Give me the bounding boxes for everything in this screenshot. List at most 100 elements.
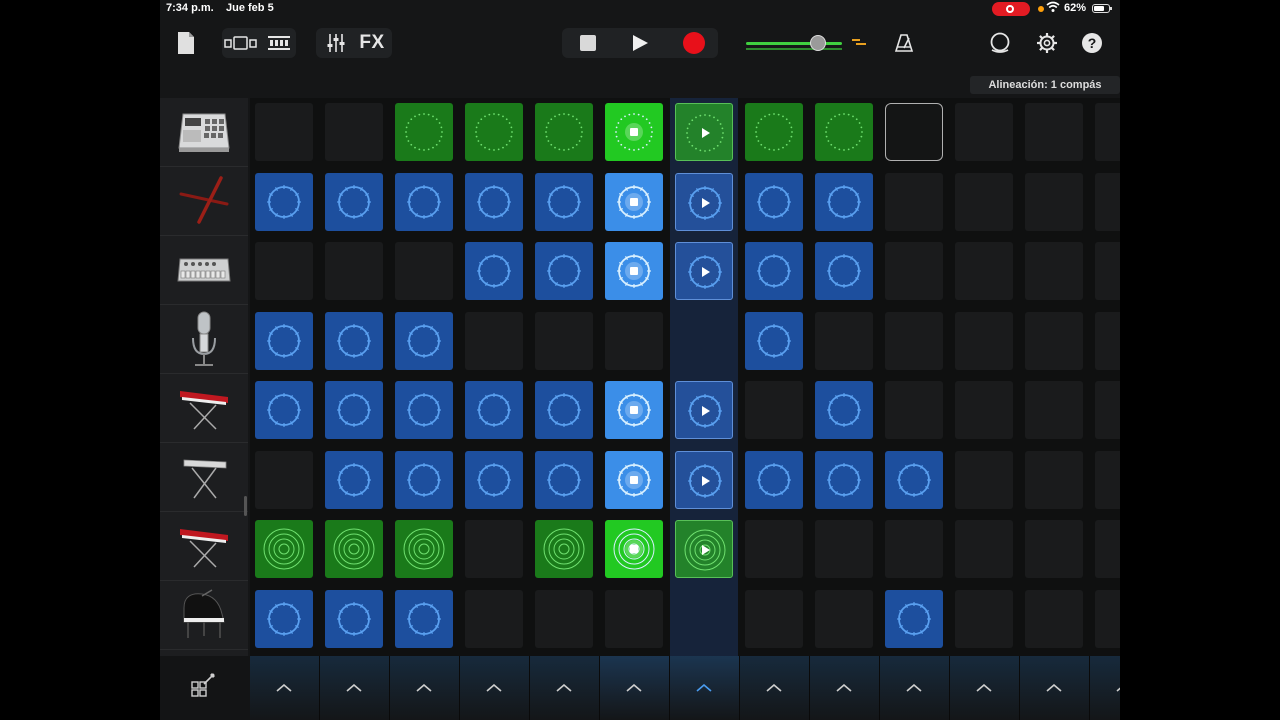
empty-cell[interactable] (955, 450, 1013, 509)
loop-cell[interactable] (675, 450, 733, 509)
empty-cell[interactable] (745, 589, 803, 648)
loop-cell[interactable] (255, 311, 313, 370)
settings-icon[interactable] (1034, 30, 1060, 56)
column-trigger-button[interactable] (950, 656, 1020, 720)
instrument-row-8[interactable] (160, 581, 248, 650)
empty-cell[interactable] (1025, 589, 1083, 648)
instrument-row-6[interactable] (160, 443, 248, 512)
loop-browser-icon[interactable] (986, 30, 1014, 56)
empty-cell[interactable] (1095, 450, 1120, 509)
empty-cell[interactable] (955, 311, 1013, 370)
empty-cell[interactable] (395, 242, 453, 300)
empty-cell[interactable] (955, 589, 1013, 648)
loop-cell[interactable] (745, 311, 803, 370)
loop-cell[interactable] (815, 242, 873, 300)
empty-cell[interactable] (885, 381, 943, 439)
loop-cell[interactable] (815, 381, 873, 439)
loop-cell[interactable] (815, 103, 873, 161)
loop-cell[interactable] (395, 589, 453, 648)
empty-cell[interactable] (1095, 172, 1120, 231)
column-trigger-button[interactable] (600, 656, 670, 720)
column-trigger-button[interactable] (390, 656, 460, 720)
empty-cell[interactable] (1025, 311, 1083, 370)
loop-cell[interactable] (535, 172, 593, 231)
empty-cell[interactable] (1025, 381, 1083, 439)
loop-cell[interactable] (535, 450, 593, 509)
metronome-icon[interactable] (892, 30, 916, 56)
loop-cell[interactable] (815, 450, 873, 509)
loop-cell[interactable] (325, 381, 383, 439)
empty-cell[interactable] (745, 381, 803, 439)
loop-cell[interactable] (255, 589, 313, 648)
tracks-view-icon[interactable] (262, 28, 296, 58)
loop-cell[interactable] (675, 172, 733, 231)
column-trigger-button[interactable] (250, 656, 320, 720)
empty-cell[interactable] (885, 172, 943, 231)
loop-cell[interactable] (675, 242, 733, 300)
instrument-row-3[interactable] (160, 236, 248, 305)
empty-cell[interactable] (1095, 589, 1120, 648)
loop-cell[interactable] (745, 242, 803, 300)
empty-cell[interactable] (885, 242, 943, 300)
view-toggle-icon[interactable] (222, 28, 260, 58)
empty-cell[interactable] (955, 103, 1013, 161)
loop-cell[interactable] (535, 381, 593, 439)
empty-cell[interactable] (955, 520, 1013, 578)
loop-cell[interactable] (325, 311, 383, 370)
fx-button[interactable]: FX (354, 28, 390, 58)
loop-cell[interactable] (605, 172, 663, 231)
column-trigger-button[interactable] (670, 656, 740, 720)
empty-cell[interactable] (465, 589, 523, 648)
play-button[interactable] (620, 28, 660, 58)
empty-cell[interactable] (605, 311, 663, 370)
loop-cell[interactable] (675, 381, 733, 439)
loop-cell[interactable] (255, 381, 313, 439)
loop-cell[interactable] (395, 103, 453, 161)
loop-cell[interactable] (325, 450, 383, 509)
loop-cell[interactable] (395, 381, 453, 439)
empty-cell[interactable] (465, 520, 523, 578)
loop-cell[interactable] (535, 242, 593, 300)
column-trigger-button[interactable] (810, 656, 880, 720)
loop-cell[interactable] (395, 311, 453, 370)
loop-cell[interactable] (465, 242, 523, 300)
column-resize-handle[interactable] (244, 496, 247, 516)
loop-cell[interactable] (745, 172, 803, 231)
empty-cell[interactable] (955, 172, 1013, 231)
empty-cell[interactable] (1025, 450, 1083, 509)
empty-cell[interactable] (1025, 242, 1083, 300)
loop-cell[interactable] (255, 520, 313, 578)
master-volume-track[interactable] (746, 42, 842, 45)
empty-cell[interactable] (535, 589, 593, 648)
loop-cell[interactable] (325, 520, 383, 578)
loop-cell[interactable] (885, 450, 943, 509)
loop-cell[interactable] (325, 589, 383, 648)
loop-cell[interactable] (815, 172, 873, 231)
empty-cell[interactable] (1095, 311, 1120, 370)
empty-cell[interactable] (1095, 242, 1120, 300)
loop-cell[interactable] (325, 172, 383, 231)
loop-cell[interactable] (465, 381, 523, 439)
instrument-row-5[interactable] (160, 374, 248, 443)
empty-cell[interactable] (255, 242, 313, 300)
loop-cell[interactable] (675, 103, 733, 161)
column-trigger-button[interactable] (320, 656, 390, 720)
loop-cell[interactable] (465, 103, 523, 161)
empty-cell[interactable] (1025, 172, 1083, 231)
empty-cell[interactable] (465, 311, 523, 370)
empty-cell[interactable] (605, 589, 663, 648)
loop-cell[interactable] (605, 520, 663, 578)
loop-cell[interactable] (465, 172, 523, 231)
empty-cell[interactable] (1025, 520, 1083, 578)
loop-cell[interactable] (745, 450, 803, 509)
loop-cell[interactable] (465, 450, 523, 509)
help-icon[interactable]: ? (1080, 30, 1104, 56)
loop-cell[interactable] (255, 172, 313, 231)
loop-cell[interactable] (395, 520, 453, 578)
alignment-indicator[interactable]: Alineación: 1 compás (970, 76, 1120, 94)
empty-cell[interactable] (255, 450, 313, 509)
empty-cell[interactable] (955, 381, 1013, 439)
loop-cell[interactable] (395, 172, 453, 231)
loop-cell[interactable] (605, 103, 663, 161)
loop-cell[interactable] (885, 589, 943, 648)
